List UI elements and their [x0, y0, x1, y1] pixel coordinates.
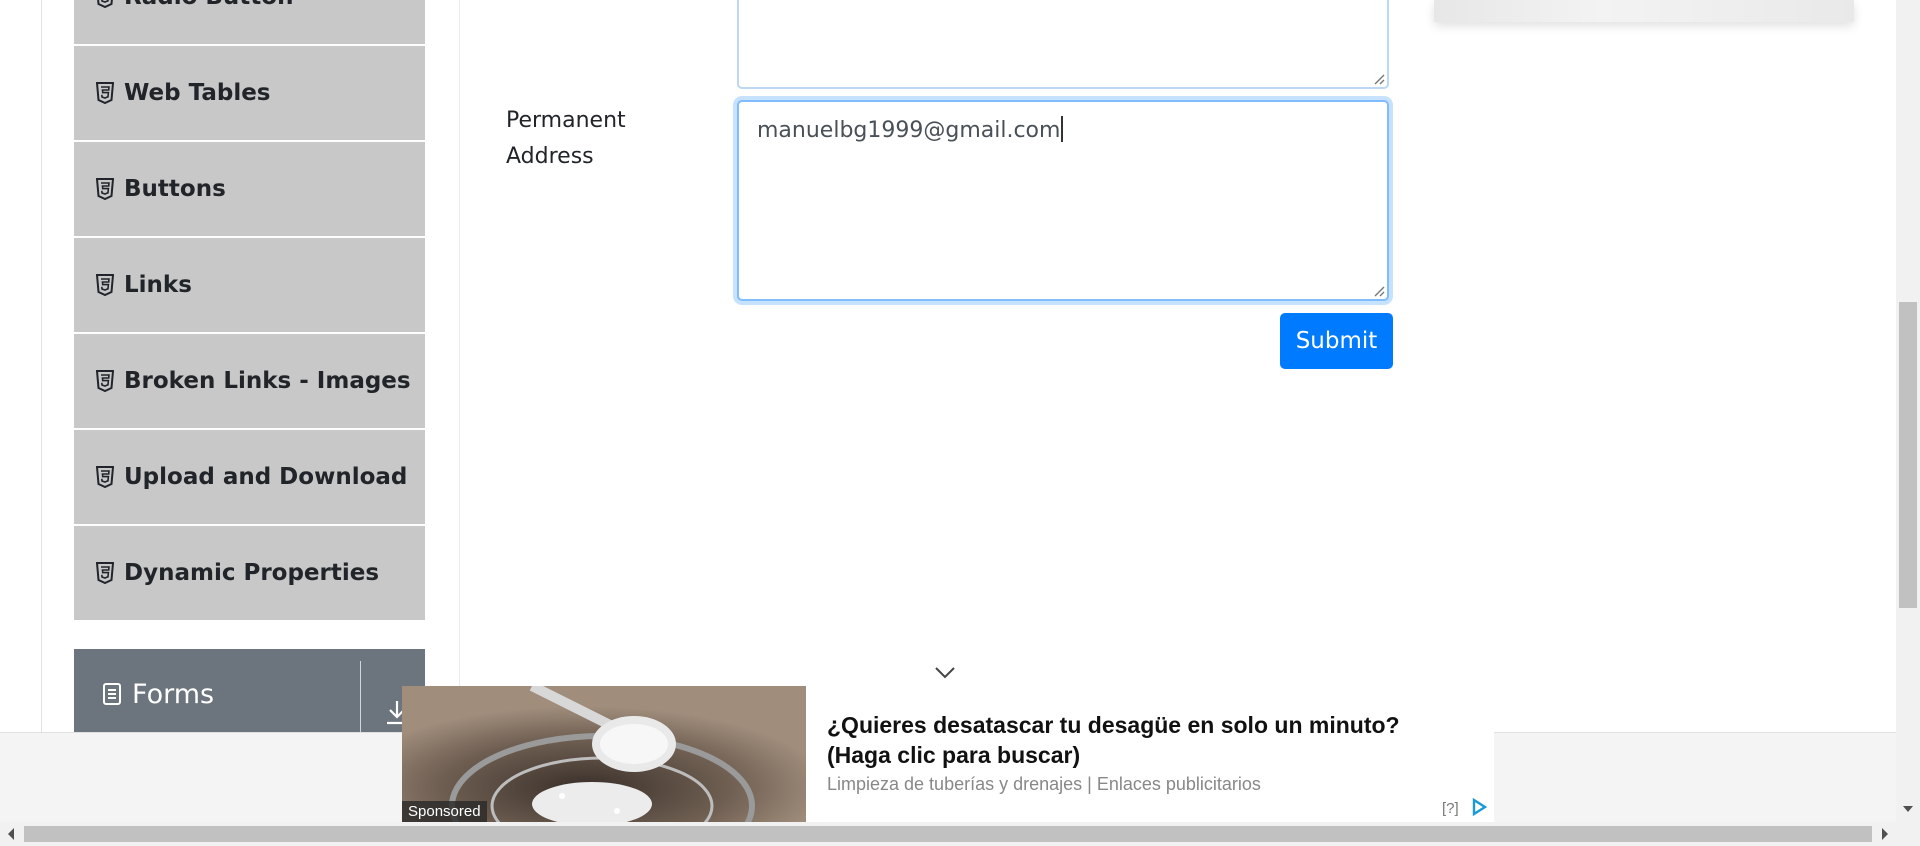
vertical-scrollbar-thumb[interactable] [1899, 302, 1917, 608]
sidebar-item-label: Web Tables [124, 80, 271, 106]
sidebar-group-label: Forms [132, 678, 215, 710]
ad-headline[interactable]: ¿Quieres desatascar tu desagüe en solo u… [827, 710, 1467, 770]
sidebar-item-buttons[interactable]: Buttons [74, 142, 425, 238]
html5-icon [96, 274, 114, 296]
adchoices-icon[interactable] [1470, 798, 1488, 816]
submit-button[interactable]: Submit [1280, 313, 1393, 369]
permanent-address-value: manuelbg1999@gmail.com [757, 118, 1061, 143]
sidebar-item-label: Radio Button [124, 0, 293, 10]
group-header-separator [360, 661, 361, 739]
html5-icon [96, 0, 114, 8]
html5-icon [96, 562, 114, 584]
sponsored-tag: Sponsored [402, 801, 487, 822]
sidebar-group-forms[interactable]: Forms [74, 649, 425, 739]
document-icon [102, 682, 122, 706]
resize-grip-icon[interactable] [1371, 71, 1385, 85]
sidebar-item-links[interactable]: Links [74, 238, 425, 334]
sidebar-item-broken-links-images[interactable]: Broken Links - Images [74, 334, 425, 430]
html5-icon [96, 82, 114, 104]
permanent-address-label: Permanent Address [506, 108, 626, 169]
horizontal-scrollbar-thumb[interactable] [24, 826, 1872, 842]
ad-image[interactable]: Sponsored [402, 686, 806, 822]
sidebar-item-web-tables[interactable]: Web Tables [74, 46, 425, 142]
sidebar-item-radio-button[interactable]: Radio Button [74, 0, 425, 46]
scroll-right-arrow-icon[interactable] [1880, 827, 1890, 841]
ad-source[interactable]: Limpieza de tuberías y drenajes | Enlace… [827, 774, 1261, 795]
sidebar-item-dynamic-properties[interactable]: Dynamic Properties [74, 526, 425, 622]
sidebar-divider [459, 0, 460, 732]
sidebar-item-label: Dynamic Properties [124, 560, 380, 586]
sidebar-item-label: Links [124, 272, 192, 298]
ad-help-link[interactable]: [?] [1442, 800, 1459, 817]
sidebar-item-label: Upload and Download [124, 464, 408, 490]
html5-icon [96, 466, 114, 488]
side-ad-remnant [1434, 0, 1854, 22]
sidebar-menu: Radio Button Web Tables Buttons Links Br… [74, 0, 425, 622]
scroll-left-arrow-icon[interactable] [6, 827, 16, 841]
sidebar-left-border [41, 0, 42, 732]
sidebar-item-label: Broken Links - Images [124, 368, 411, 394]
ad-card[interactable]: Sponsored ¿Quieres desatascar tu desagüe… [402, 686, 1494, 822]
permanent-address-textarea[interactable]: manuelbg1999@gmail.com [737, 100, 1389, 301]
current-address-textarea[interactable] [737, 0, 1389, 89]
html5-icon [96, 370, 114, 392]
html5-icon [96, 178, 114, 200]
sidebar-item-label: Buttons [124, 176, 226, 202]
text-caret [1061, 116, 1063, 142]
chevron-down-icon[interactable] [934, 666, 956, 680]
sidebar-item-upload-and-download[interactable]: Upload and Download [74, 430, 425, 526]
resize-grip-icon[interactable] [1371, 283, 1385, 297]
scroll-down-arrow-icon[interactable] [1902, 804, 1914, 814]
